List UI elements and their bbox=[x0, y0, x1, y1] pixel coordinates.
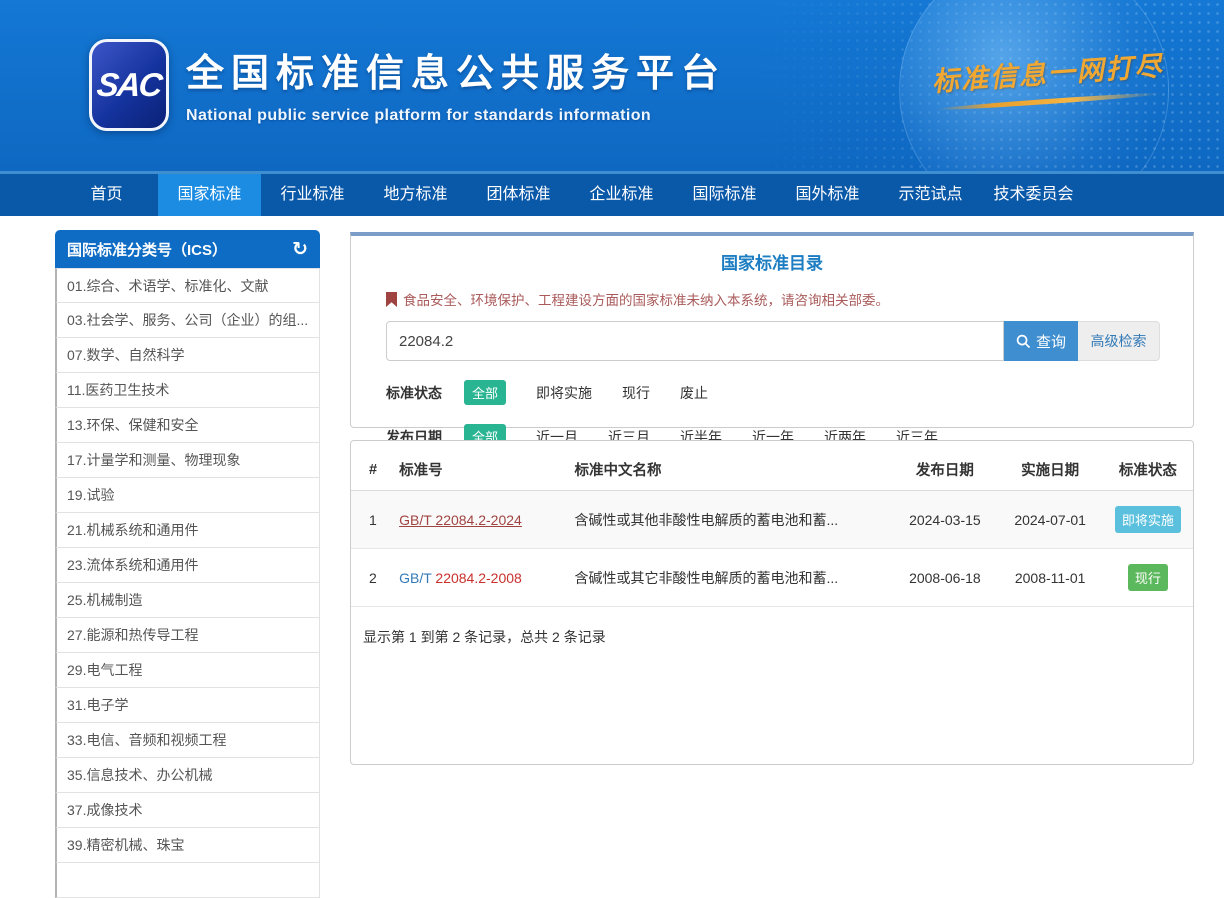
nav-tab-技术委员会[interactable]: 技术委员会 bbox=[982, 174, 1085, 216]
code-prefix: GB/T bbox=[399, 570, 431, 586]
standard-code-cell: GB/T 22084.2-2024 bbox=[391, 491, 566, 549]
search-input[interactable] bbox=[386, 321, 1004, 361]
query-button[interactable]: 查询 bbox=[1004, 321, 1078, 361]
publish-date-cell: 2024-03-15 bbox=[892, 491, 997, 549]
results-table: #标准号标准中文名称发布日期实施日期标准状态 1 GB/T 22084.2-202… bbox=[351, 447, 1193, 607]
nav-tab-企业标准[interactable]: 企业标准 bbox=[570, 174, 673, 216]
filter-row: 标准状态 全部 即将实施 现行 废止 bbox=[386, 380, 1193, 405]
site-title-en: National public service platform for sta… bbox=[186, 107, 726, 125]
filters: 标准状态 全部即将实施现行废止 发布日期 全部近一月近三月近半年近一年近两年近三… bbox=[351, 380, 1193, 449]
standard-name-cell: 含碱性或其他非酸性电解质的蓄电池和蓄... bbox=[567, 491, 893, 549]
ics-sidebar: 国际标准分类号（ICS） ↻ 01.综合、术语学、标准化、文献03.社会学、服务… bbox=[55, 230, 320, 898]
nav-tab-国外标准[interactable]: 国外标准 bbox=[776, 174, 879, 216]
search-row: 查询 高级检索 bbox=[386, 321, 1193, 361]
nav-tab-团体标准[interactable]: 团体标准 bbox=[467, 174, 570, 216]
ics-category-item[interactable]: 01.综合、术语学、标准化、文献 bbox=[55, 268, 320, 303]
ics-sidebar-header: 国际标准分类号（ICS） ↻ bbox=[55, 230, 320, 268]
sac-logo[interactable]: SAC bbox=[89, 39, 169, 131]
bookmark-icon bbox=[386, 292, 397, 307]
main-nav: 首页国家标准行业标准地方标准团体标准企业标准国际标准国外标准示范试点技术委员会 bbox=[0, 171, 1224, 216]
search-icon bbox=[1016, 334, 1031, 349]
implement-date-cell: 2008-11-01 bbox=[998, 549, 1103, 607]
ics-category-item[interactable]: 07.数学、自然科学 bbox=[55, 338, 320, 373]
table-row: 2GB/T 22084.2-2008含碱性或其它非酸性电解质的蓄电池和蓄...2… bbox=[351, 549, 1193, 607]
ics-sidebar-title: 国际标准分类号（ICS） bbox=[67, 239, 227, 260]
results-panel: #标准号标准中文名称发布日期实施日期标准状态 1 GB/T 22084.2-202… bbox=[350, 440, 1194, 765]
column-header: # bbox=[351, 447, 391, 491]
national-standards-search-panel: 国家标准目录 食品安全、环境保护、工程建设方面的国家标准未纳入本系统，请咨询相关… bbox=[350, 232, 1194, 428]
results-header-row: #标准号标准中文名称发布日期实施日期标准状态 bbox=[351, 447, 1193, 491]
nav-tab-首页[interactable]: 首页 bbox=[55, 174, 158, 216]
ics-category-item[interactable]: 33.电信、音频和视频工程 bbox=[55, 723, 320, 758]
table-row: 1GB/T 22084.2-2024含碱性或其他非酸性电解质的蓄电池和蓄...2… bbox=[351, 491, 1193, 549]
filter-option-全部[interactable]: 全部 bbox=[464, 380, 506, 405]
publish-date-cell: 2008-06-18 bbox=[892, 549, 997, 607]
implement-date-cell: 2024-07-01 bbox=[998, 491, 1103, 549]
row-index-cell: 2 bbox=[351, 549, 391, 607]
status-badge: 现行 bbox=[1128, 564, 1168, 591]
site-header: SAC 全国标准信息公共服务平台 National public service… bbox=[0, 0, 1224, 171]
refresh-icon[interactable]: ↻ bbox=[292, 240, 308, 259]
advanced-search-button[interactable]: 高级检索 bbox=[1078, 321, 1160, 361]
nav-tab-示范试点[interactable]: 示范试点 bbox=[879, 174, 982, 216]
ics-category-item[interactable]: 23.流体系统和通用件 bbox=[55, 548, 320, 583]
ics-category-item[interactable]: 31.电子学 bbox=[55, 688, 320, 723]
nav-tab-国际标准[interactable]: 国际标准 bbox=[673, 174, 776, 216]
standard-code-link[interactable]: GB/T 22084.2-2024 bbox=[399, 512, 522, 528]
filter-label: 标准状态 bbox=[386, 383, 442, 403]
filter-option-废止[interactable]: 废止 bbox=[680, 383, 708, 403]
column-header: 实施日期 bbox=[998, 447, 1103, 491]
column-header: 标准中文名称 bbox=[567, 447, 893, 491]
ics-category-item[interactable]: 29.电气工程 bbox=[55, 653, 320, 688]
ics-category-item[interactable]: 27.能源和热传导工程 bbox=[55, 618, 320, 653]
ics-category-item[interactable]: 03.社会学、服务、公司（企业）的组... bbox=[55, 303, 320, 338]
column-header: 发布日期 bbox=[892, 447, 997, 491]
column-header: 标准状态 bbox=[1103, 447, 1193, 491]
ics-category-item[interactable]: 25.机械制造 bbox=[55, 583, 320, 618]
standard-code-link[interactable]: GB/T 22084.2-2008 bbox=[399, 570, 522, 586]
query-button-label: 查询 bbox=[1036, 331, 1066, 352]
code-prefix: GB/T bbox=[399, 512, 431, 528]
ics-category-item[interactable]: 21.机械系统和通用件 bbox=[55, 513, 320, 548]
sac-logo-text: SAC bbox=[95, 66, 163, 104]
page-title: 国家标准目录 bbox=[351, 249, 1193, 274]
site-title-block: 全国标准信息公共服务平台 National public service pla… bbox=[186, 42, 726, 125]
code-number: 22084.2-2008 bbox=[432, 570, 522, 586]
ics-category-item[interactable]: 39.精密机械、珠宝 bbox=[55, 828, 320, 863]
status-badge: 即将实施 bbox=[1115, 506, 1181, 533]
ics-category-item[interactable]: 13.环保、保健和安全 bbox=[55, 408, 320, 443]
filter-option-即将实施[interactable]: 即将实施 bbox=[536, 383, 592, 403]
ics-category-item[interactable]: 35.信息技术、办公机械 bbox=[55, 758, 320, 793]
nav-tab-国家标准[interactable]: 国家标准 bbox=[158, 174, 261, 216]
results-summary: 显示第 1 到第 2 条记录，总共 2 条记录 bbox=[363, 627, 1193, 647]
standard-code-cell: GB/T 22084.2-2008 bbox=[391, 549, 566, 607]
nav-tab-地方标准[interactable]: 地方标准 bbox=[364, 174, 467, 216]
ics-category-item[interactable] bbox=[55, 863, 320, 898]
notice-banner: 食品安全、环境保护、工程建设方面的国家标准未纳入本系统，请咨询相关部委。 bbox=[386, 289, 1193, 309]
code-number: 22084.2-2024 bbox=[432, 512, 522, 528]
site-title-cn: 全国标准信息公共服务平台 bbox=[186, 42, 726, 97]
filter-option-现行[interactable]: 现行 bbox=[622, 383, 650, 403]
column-header: 标准号 bbox=[391, 447, 566, 491]
row-index-cell: 1 bbox=[351, 491, 391, 549]
ics-category-item[interactable]: 11.医药卫生技术 bbox=[55, 373, 320, 408]
notice-text: 食品安全、环境保护、工程建设方面的国家标准未纳入本系统，请咨询相关部委。 bbox=[403, 289, 889, 309]
ics-item-list: 01.综合、术语学、标准化、文献03.社会学、服务、公司（企业）的组...07.… bbox=[55, 268, 320, 898]
standard-name-cell: 含碱性或其它非酸性电解质的蓄电池和蓄... bbox=[567, 549, 893, 607]
ics-category-item[interactable]: 19.试验 bbox=[55, 478, 320, 513]
status-cell: 现行 bbox=[1103, 549, 1193, 607]
ics-category-item[interactable]: 17.计量学和测量、物理现象 bbox=[55, 443, 320, 478]
ics-category-item[interactable]: 37.成像技术 bbox=[55, 793, 320, 828]
status-cell: 即将实施 bbox=[1103, 491, 1193, 549]
nav-tab-行业标准[interactable]: 行业标准 bbox=[261, 174, 364, 216]
